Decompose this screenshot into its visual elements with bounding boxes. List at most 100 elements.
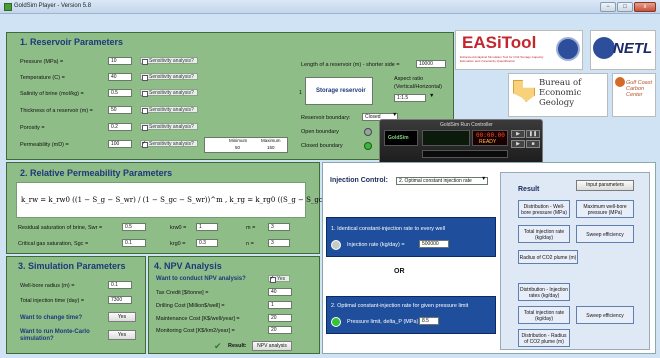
storage-reservoir-box: Storage reservoir	[305, 77, 373, 105]
minimum-header: Minimum	[229, 138, 248, 143]
minimum-value[interactable]: 50	[235, 145, 240, 150]
run-controller-title: GoldSim Run Controller	[440, 122, 493, 128]
wellbore-input[interactable]: 0.1	[108, 281, 132, 289]
maximum-value[interactable]: 150	[267, 145, 275, 150]
npv-analysis-button[interactable]: NPV analysis	[252, 341, 292, 351]
drilling-cost-input[interactable]: 1	[268, 301, 292, 309]
aspect-ratio-chevron-down-icon[interactable]: ▼	[429, 93, 434, 99]
option2-radio[interactable]	[331, 317, 341, 327]
aspect-ratio-sublabel: (Vertical/Horizontal)	[394, 84, 442, 90]
npv-result-label: Result:	[228, 343, 247, 349]
option1-injection-rate-input[interactable]: 500000	[419, 240, 449, 248]
run-controller-pause-button[interactable]: ❚❚	[526, 130, 540, 138]
result-wellbore-pressure-distribution[interactable]: Distribution - Well-bore pressure (MPa)	[518, 200, 570, 218]
title-bar: GoldSim Player - Version 5.8 − □ x	[0, 0, 660, 14]
simulation-title: 3. Simulation Parameters	[18, 261, 126, 271]
thickness-label: Thickness of a reservoir (m) =	[20, 108, 93, 114]
result-injection-rate-distribution[interactable]: Distribution - Injection rates (kg/day)	[518, 283, 570, 301]
run-controller-speed-slider[interactable]	[422, 150, 508, 158]
beg-logo: Bureau of Economic Geology	[508, 73, 608, 117]
temperature-sensitivity-checkbox[interactable]: Sensitivity analysis?	[140, 73, 198, 81]
porosity-label: Porosity =	[20, 125, 45, 131]
gccc-logo: Gulf Coast Carbon Center	[612, 73, 656, 117]
n-input[interactable]: 3	[268, 239, 290, 247]
temperature-input[interactable]: 40	[108, 73, 132, 81]
close-button[interactable]: x	[634, 2, 656, 12]
reservoir-title: 1. Reservoir Parameters	[20, 37, 124, 47]
minimize-button[interactable]: −	[600, 2, 616, 12]
result-co2-plume-radius[interactable]: Radius of CO2 plume (m)	[518, 250, 578, 264]
gccc-globe-icon	[615, 77, 625, 87]
salinity-input[interactable]: 0.5	[108, 89, 132, 97]
npv-yes-checkbox[interactable]: Yes	[268, 275, 290, 283]
run-controller-stop-button[interactable]: ■	[526, 140, 540, 148]
app-icon	[4, 3, 12, 11]
window-title: GoldSim Player - Version 5.8	[14, 3, 92, 9]
krw0-input[interactable]: 1	[196, 223, 218, 231]
permeability-label: Permeability (mD) =	[20, 142, 69, 148]
thickness-sensitivity-checkbox[interactable]: Sensitivity analysis?	[140, 106, 198, 114]
pressure-input[interactable]: 10	[108, 57, 132, 65]
porosity-input[interactable]: 0.2	[108, 123, 132, 131]
result-sweep-efficiency-2[interactable]: Sweep efficiency	[576, 306, 634, 324]
maintenance-cost-input[interactable]: 20	[268, 314, 292, 322]
change-time-button[interactable]: Yes	[108, 312, 136, 322]
texas-shape-icon	[513, 80, 535, 102]
run-controller-status: READY	[479, 139, 497, 145]
boundary-chevron-down-icon[interactable]: ▼	[392, 112, 397, 118]
thickness-input[interactable]: 50	[108, 106, 132, 114]
maximize-button[interactable]: □	[617, 2, 633, 12]
gccc-logo-text: Gulf Coast Carbon Center	[626, 80, 652, 98]
monte-carlo-label: Want to run Monte-Carlo simulation?	[20, 329, 90, 342]
beg-logo-line1: Bureau of	[539, 78, 582, 88]
run-controller-play-button[interactable]: ▶	[511, 140, 525, 148]
checkmark-icon: ✔	[214, 341, 222, 351]
injection-control-label: Injection Control:	[330, 177, 388, 184]
maintenance-cost-label: Maintenance Cost [K$/well/year] =	[156, 316, 240, 322]
length-input[interactable]: 10000	[416, 60, 446, 68]
open-boundary-indicator	[364, 128, 372, 136]
total-injection-input[interactable]: 7300	[108, 296, 132, 304]
run-controller-brand-panel: GoldSim	[384, 130, 418, 146]
option1-field-label: Injection rate (kg/day) =	[347, 242, 405, 248]
monitoring-cost-input[interactable]: 20	[268, 326, 292, 334]
m-label: m =	[246, 225, 256, 231]
n-label: n =	[246, 241, 254, 247]
krg0-input[interactable]: 0.3	[196, 239, 218, 247]
permeability-sensitivity-checkbox[interactable]: Sensitivity analysis?	[140, 140, 198, 148]
aspect-ratio-select[interactable]: 1:1.5	[394, 94, 426, 102]
netl-globe-icon	[593, 37, 615, 59]
netl-logo-text: NETL	[613, 40, 653, 57]
result-total-injection-rate-2[interactable]: Total injection rate (kg/day)	[518, 306, 570, 324]
length-label: Length of a reservoir (m) - shorter side…	[301, 62, 400, 68]
option2-pressure-limit-input[interactable]: 8.5	[419, 317, 439, 325]
pressure-label: Pressure (MPa) =	[20, 59, 64, 65]
monte-carlo-button[interactable]: Yes	[108, 330, 136, 340]
run-controller-brand: GoldSim	[388, 135, 409, 141]
sgc-input[interactable]: 0.1	[122, 239, 146, 247]
result-max-wellbore-pressure[interactable]: Maximum well-bore pressure (MPa)	[576, 200, 634, 218]
tax-credit-input[interactable]: 40	[268, 288, 292, 296]
run-controller-step-button[interactable]: ▶	[511, 130, 525, 138]
swr-label: Residual saturation of brine, Swr =	[18, 225, 103, 231]
result-co2-plume-radius-distribution[interactable]: Distribution - Radius of CO2 plume (m)	[518, 329, 570, 347]
beg-logo-line3: Geology	[539, 98, 575, 108]
monitoring-cost-label: Monitoring Cost [K$/km2/year] =	[156, 328, 235, 334]
result-total-injection-rate[interactable]: Total injection rate (kg/day)	[518, 225, 570, 243]
m-input[interactable]: 3	[268, 223, 290, 231]
salinity-sensitivity-checkbox[interactable]: Sensitivity analysis?	[140, 89, 198, 97]
permeability-input[interactable]: 100	[108, 140, 132, 148]
swr-input[interactable]: 0.5	[122, 223, 146, 231]
run-controller-progress-panel	[422, 130, 470, 146]
injection-control-select[interactable]: 2. Optimal constant injection rate	[396, 177, 488, 185]
porosity-sensitivity-checkbox[interactable]: Sensitivity analysis?	[140, 123, 198, 131]
total-injection-label: Total injection time (day) =	[20, 298, 85, 304]
pressure-sensitivity-checkbox[interactable]: Sensitivity analysis?	[140, 57, 198, 65]
closed-boundary-indicator	[364, 142, 372, 150]
option1-radio[interactable]	[331, 240, 341, 250]
injection-control-chevron-down-icon[interactable]: ▼	[481, 176, 486, 182]
storage-index: 1	[299, 90, 303, 96]
result-label: Result	[518, 186, 540, 193]
input-parameters-button[interactable]: Input parameters	[576, 180, 634, 191]
result-sweep-efficiency[interactable]: Sweep efficiency	[576, 225, 634, 243]
